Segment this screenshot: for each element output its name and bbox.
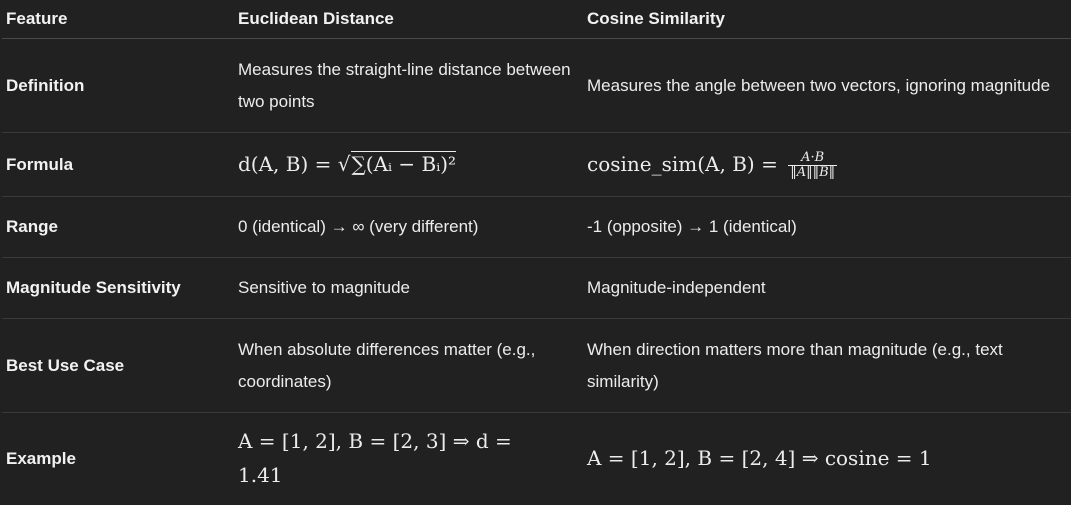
euclidean-example: A = [1, 2], B = [2, 3] ⇒ d = 1.41 bbox=[238, 429, 512, 487]
header-euclidean: Euclidean Distance bbox=[234, 0, 583, 39]
euclidean-cell: When absolute differences matter (e.g., … bbox=[234, 318, 583, 413]
header-row: Feature Euclidean Distance Cosine Simila… bbox=[2, 0, 1071, 39]
feature-cell: Range bbox=[2, 196, 234, 258]
table-row: Best Use Case When absolute differences … bbox=[2, 318, 1071, 413]
header-feature: Feature bbox=[2, 0, 234, 39]
table-row: Range 0 (identical) → ∞ (very different)… bbox=[2, 196, 1071, 258]
euclidean-cell: Measures the straight-line distance betw… bbox=[234, 38, 583, 133]
table-row: Example A = [1, 2], B = [2, 3] ⇒ d = 1.4… bbox=[2, 413, 1071, 505]
sqrt-symbol: √ bbox=[337, 151, 351, 176]
euclidean-formula: d(A, B) = √∑(Aᵢ − Bᵢ)² bbox=[238, 150, 457, 176]
euclidean-example-line1: A = [1, 2], B = [2, 3] ⇒ d = bbox=[238, 428, 512, 453]
comparison-table: Feature Euclidean Distance Cosine Simila… bbox=[2, 0, 1071, 505]
cosine-formula: cosine_sim(A, B) = A·B ‖A‖‖B‖ bbox=[587, 150, 838, 179]
table-row: Formula d(A, B) = √∑(Aᵢ − Bᵢ)² cosine_si… bbox=[2, 132, 1071, 197]
euclidean-cell: 0 (identical) → ∞ (very different) bbox=[234, 196, 583, 258]
feature-cell: Best Use Case bbox=[2, 318, 234, 413]
euclidean-cell: Sensitive to magnitude bbox=[234, 257, 583, 319]
euclidean-example-line2: 1.41 bbox=[238, 462, 283, 487]
sqrt: √∑(Aᵢ − Bᵢ)² bbox=[337, 148, 457, 180]
cosine-cell: -1 (opposite) → 1 (identical) bbox=[583, 196, 1071, 258]
feature-cell: Definition bbox=[2, 38, 234, 133]
euclidean-example-cell: A = [1, 2], B = [2, 3] ⇒ d = 1.41 bbox=[234, 413, 583, 505]
euclidean-formula-radicand: ∑(Aᵢ − Bᵢ)² bbox=[350, 150, 457, 176]
fraction-numerator: A·B bbox=[788, 150, 838, 166]
cosine-example-cell: A = [1, 2], B = [2, 4] ⇒ cosine = 1 bbox=[583, 413, 1071, 505]
feature-cell: Example bbox=[6, 448, 76, 468]
cosine-formula-lhs: cosine_sim(A, B) = bbox=[587, 151, 778, 176]
cosine-example: A = [1, 2], B = [2, 4] ⇒ cosine = 1 bbox=[587, 445, 932, 470]
cosine-fraction: A·B ‖A‖‖B‖ bbox=[788, 150, 838, 180]
cosine-cell: Measures the angle between two vectors, … bbox=[583, 38, 1071, 133]
cosine-formula-cell: cosine_sim(A, B) = A·B ‖A‖‖B‖ bbox=[583, 132, 1071, 197]
table-row: Magnitude Sensitivity Sensitive to magni… bbox=[2, 257, 1071, 319]
feature-cell: Formula bbox=[2, 132, 234, 197]
feature-cell: Magnitude Sensitivity bbox=[2, 257, 234, 319]
euclidean-formula-cell: d(A, B) = √∑(Aᵢ − Bᵢ)² bbox=[234, 132, 583, 197]
fraction-denominator: ‖A‖‖B‖ bbox=[790, 164, 836, 180]
table-row: Definition Measures the straight-line di… bbox=[2, 38, 1071, 133]
cosine-cell: Magnitude-independent bbox=[583, 257, 1071, 319]
euclidean-formula-lhs: d(A, B) = bbox=[238, 151, 332, 176]
cosine-cell: When direction matters more than magnitu… bbox=[583, 318, 1071, 413]
header-cosine: Cosine Similarity bbox=[583, 0, 1071, 39]
